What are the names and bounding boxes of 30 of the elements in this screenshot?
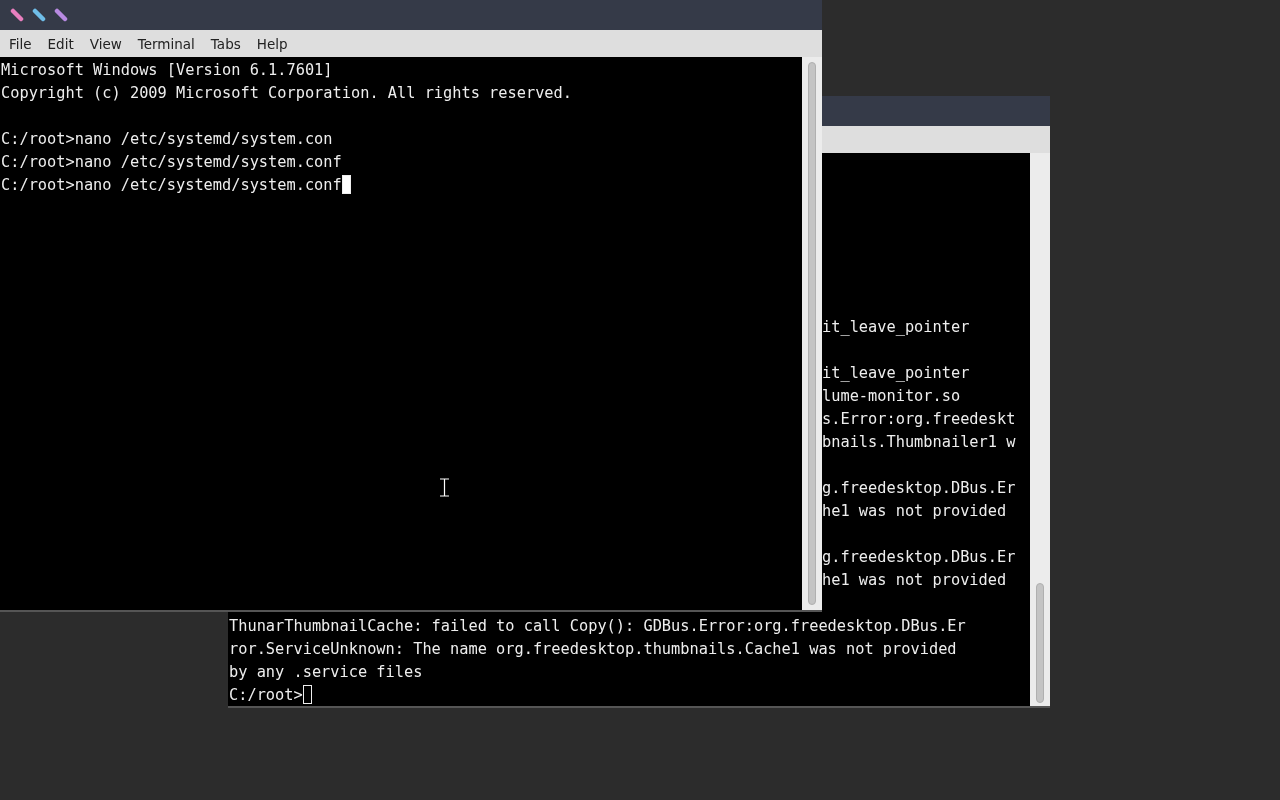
terminal-line: by any .service files: [229, 662, 423, 681]
menu-item[interactable]: View: [81, 35, 130, 52]
terminal-line: C:/root>nano /etc/systemd/system.con: [1, 129, 333, 148]
terminal-line: g.freedesktop.DBus.Er: [822, 478, 1016, 497]
terminal-line: he1 was not provided: [822, 501, 1007, 520]
window-control-icon[interactable]: [10, 8, 24, 22]
scrollbar[interactable]: [802, 57, 822, 610]
menu-item[interactable]: Help: [248, 35, 296, 52]
terminal-line: C:/root>nano /etc/systemd/system.conf: [1, 175, 342, 194]
terminal-line: g.freedesktop.DBus.Er: [822, 547, 1016, 566]
terminal-line: he1 was not provided: [822, 570, 1007, 589]
terminal-line: C:/root>: [229, 685, 303, 704]
menu-item[interactable]: Terminal: [129, 35, 203, 52]
terminal-line: C:/root>nano /etc/systemd/system.conf: [1, 152, 342, 171]
menu-item[interactable]: Edit: [39, 35, 82, 52]
terminal-line: s.Error:org.freedeskt: [822, 409, 1016, 428]
terminal-line: it_leave_pointer: [822, 363, 970, 382]
terminal-line: lume-monitor.so: [822, 386, 961, 405]
terminal-line: ror.ServiceUnknown: The name org.freedesktop.thumbnails.Cache1 was not provided: [229, 639, 957, 658]
menu-item[interactable]: Tabs: [202, 35, 249, 52]
window-control-icon[interactable]: [32, 8, 46, 22]
menu-item[interactable]: File: [1, 35, 40, 52]
window-control-icon[interactable]: [54, 8, 68, 22]
scrollbar[interactable]: [1030, 153, 1050, 706]
terminal-line: ThunarThumbnailCache: failed to call Copy(): GDBus.Error:org.freedesktop.DBus.Er: [229, 616, 966, 635]
terminal-line: Microsoft Windows [Version 6.1.7601]: [1, 60, 333, 79]
terminal-line: Copyright (c) 2009 Microsoft Corporation. All rights reserved.: [1, 83, 572, 102]
terminal-line: it_leave_pointer: [822, 317, 970, 336]
terminal-line: bnails.Thumbnailer1 w: [822, 432, 1016, 451]
text-cursor-icon: [439, 478, 450, 497]
